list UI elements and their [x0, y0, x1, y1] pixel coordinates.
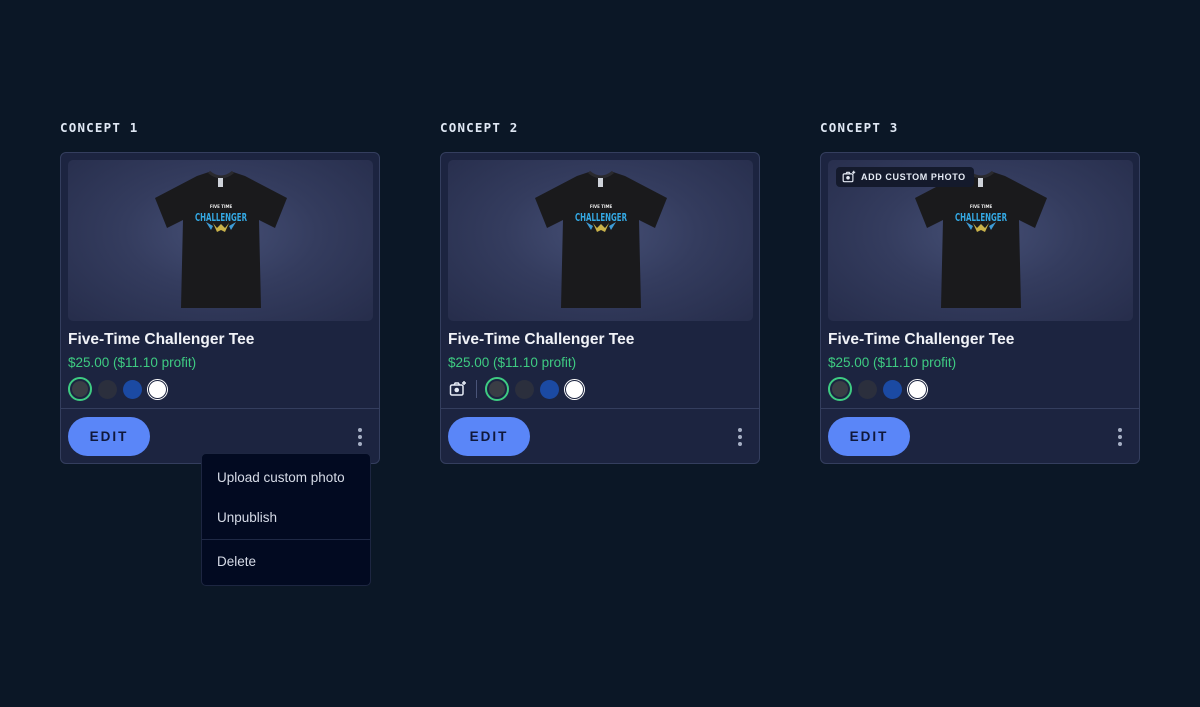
- concept-label: CONCEPT 1: [60, 120, 139, 135]
- card-divider: [61, 408, 379, 409]
- product-price: $25.00 ($11.10 profit): [68, 355, 197, 370]
- swatch-charcoal[interactable]: [485, 377, 509, 401]
- product-price: $25.00 ($11.10 profit): [828, 355, 957, 370]
- add-photo-camera-button[interactable]: [448, 379, 468, 399]
- product-card: FIVE TIME CHALLENGER Five-Time Challenge…: [440, 152, 760, 464]
- tee-top-text: FIVE TIME: [589, 204, 612, 209]
- card-divider: [821, 408, 1139, 409]
- product-image: FIVE TIME CHALLENGER: [68, 160, 373, 321]
- swatch-white[interactable]: [565, 379, 584, 399]
- swatch-dark-gray[interactable]: [858, 379, 877, 399]
- menu-divider: [202, 539, 370, 540]
- tee-main-text: CHALLENGER: [955, 211, 1007, 224]
- context-menu: Upload custom photo Unpublish Delete: [201, 453, 371, 586]
- swatch-royal-blue[interactable]: [540, 379, 559, 399]
- concept-2: CONCEPT 2 FIVE TIME CHALLENGER Five-Time…: [440, 120, 760, 464]
- color-swatches: [448, 377, 584, 401]
- tee-main-text: CHALLENGER: [575, 211, 627, 224]
- tshirt-image: FIVE TIME CHALLENGER: [154, 170, 287, 308]
- edit-button[interactable]: EDIT: [828, 417, 910, 456]
- menu-item-unpublish[interactable]: Unpublish: [217, 510, 277, 525]
- menu-item-upload-custom-photo[interactable]: Upload custom photo: [217, 470, 345, 485]
- swatch-royal-blue[interactable]: [883, 379, 902, 399]
- color-swatches: [68, 377, 167, 401]
- tee-main-text: CHALLENGER: [195, 211, 247, 224]
- swatch-charcoal[interactable]: [68, 377, 92, 401]
- product-price: $25.00 ($11.10 profit): [448, 355, 577, 370]
- product-title: Five-Time Challenger Tee: [68, 331, 255, 348]
- product-title: Five-Time Challenger Tee: [828, 331, 1015, 348]
- add-custom-photo-label: ADD CUSTOM PHOTO: [861, 172, 966, 182]
- product-card: FIVE TIME CHALLENGER Five-Time Challenge…: [60, 152, 380, 464]
- swatch-royal-blue[interactable]: [123, 379, 142, 399]
- edit-button[interactable]: EDIT: [68, 417, 150, 456]
- more-options-icon[interactable]: [1113, 427, 1127, 447]
- tshirt-image: FIVE TIME CHALLENGER: [534, 170, 667, 308]
- product-title: Five-Time Challenger Tee: [448, 331, 635, 348]
- swatch-white[interactable]: [908, 379, 927, 399]
- concept-1: CONCEPT 1 FIVE TIME CHALLENGER Five-Time…: [60, 120, 380, 464]
- product-card: FIVE TIME CHALLENGER ADD CUSTOM PHOTO Fi…: [820, 152, 1140, 464]
- swatch-white[interactable]: [148, 379, 167, 399]
- menu-item-delete[interactable]: Delete: [217, 554, 256, 569]
- more-options-icon[interactable]: [353, 427, 367, 447]
- swatch-charcoal[interactable]: [828, 377, 852, 401]
- swatch-divider: [476, 380, 477, 398]
- tshirt-image: FIVE TIME CHALLENGER: [914, 170, 1047, 308]
- product-image: FIVE TIME CHALLENGER ADD CUSTOM PHOTO: [828, 160, 1133, 321]
- concept-3: CONCEPT 3 FIVE TIME CHALLENGER ADD CUSTO: [820, 120, 1140, 464]
- add-custom-photo-button[interactable]: ADD CUSTOM PHOTO: [836, 167, 974, 187]
- tee-top-text: FIVE TIME: [209, 204, 232, 209]
- product-image: FIVE TIME CHALLENGER: [448, 160, 753, 321]
- swatch-dark-gray[interactable]: [98, 379, 117, 399]
- tee-top-text: FIVE TIME: [969, 204, 992, 209]
- concept-label: CONCEPT 3: [820, 120, 899, 135]
- swatch-dark-gray[interactable]: [515, 379, 534, 399]
- color-swatches: [828, 377, 927, 401]
- edit-button[interactable]: EDIT: [448, 417, 530, 456]
- camera-plus-icon: [842, 170, 856, 183]
- concept-label: CONCEPT 2: [440, 120, 519, 135]
- card-divider: [441, 408, 759, 409]
- camera-plus-icon: [449, 381, 466, 396]
- more-options-icon[interactable]: [733, 427, 747, 447]
